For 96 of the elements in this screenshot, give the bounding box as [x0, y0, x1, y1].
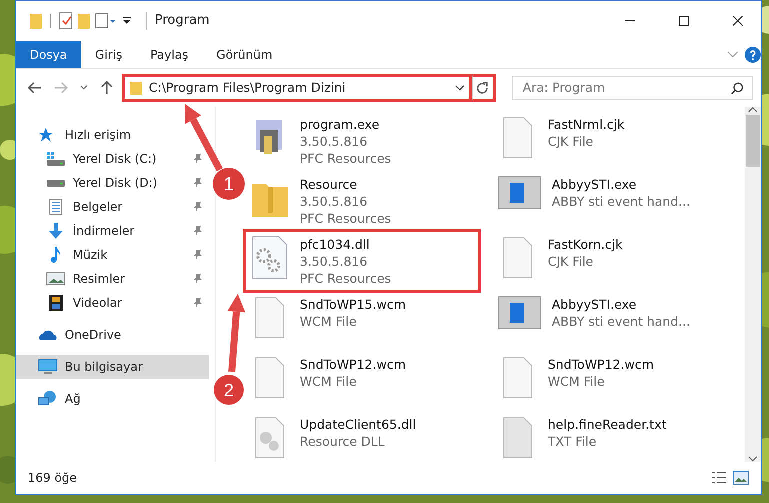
folder-icon — [129, 80, 143, 96]
file-name: FastKorn.cjk — [548, 236, 623, 253]
callout-arrow — [185, 104, 224, 172]
file-detail: 3.50.5.816 — [300, 133, 369, 150]
file-detail: PFC Resources — [300, 270, 392, 287]
file-item[interactable]: FastNrml.cjk CJK File — [494, 112, 629, 170]
pin-icon[interactable] — [193, 225, 203, 237]
search-icon[interactable] — [731, 82, 744, 94]
file-detail: ABBY sti event hand... — [552, 193, 690, 210]
file-item[interactable]: Resource 3.50.5.816 PFC Resources — [246, 172, 396, 230]
file-item[interactable]: SndToWP12.wcm WCM File — [246, 352, 410, 410]
pin-icon[interactable] — [193, 249, 203, 261]
file-item[interactable]: AbbyySTI.exe ABBY sti event hand... — [494, 172, 694, 230]
address-bar[interactable]: C:\Program Files\Program Dizini — [122, 74, 472, 102]
file-name: UpdateClient65.dll — [300, 416, 416, 433]
file-name: Resource — [300, 176, 358, 193]
window-icon — [498, 296, 542, 330]
dropdown-icon[interactable] — [455, 84, 465, 92]
ribbon-tab[interactable]: Dosya — [16, 41, 82, 68]
file-detail: PFC Resources — [300, 210, 392, 227]
ribbon-tab[interactable]: Görünüm — [202, 41, 287, 68]
pin-icon[interactable] — [193, 273, 203, 285]
up-icon[interactable] — [99, 80, 115, 96]
sidebar-item[interactable]: İndirmeler — [16, 219, 209, 243]
sidebar-item[interactable]: Videolar — [16, 291, 209, 315]
drive-icon — [46, 151, 66, 167]
computer-icon — [38, 359, 58, 375]
file-detail: PFC Resources — [300, 150, 392, 167]
sidebar-item[interactable]: Belgeler — [16, 195, 209, 219]
sidebar-item[interactable]: Yerel Disk (D:) — [16, 171, 209, 195]
file-item[interactable]: UpdateClient65.dll Resource DLL — [246, 412, 420, 470]
file-item[interactable]: SndToWP12.wcm WCM File — [494, 352, 658, 410]
gears-file-icon — [250, 236, 290, 280]
file-name: help.fineReader.txt — [548, 416, 667, 433]
file-name: SndToWP12.wcm — [548, 356, 654, 373]
search-field[interactable]: Ara: Program — [512, 76, 753, 100]
file-name: program.exe — [300, 116, 381, 133]
file-name: AbbyySTI.exe — [552, 176, 638, 193]
drive-icon — [46, 178, 66, 188]
file-name: SndToWP15.wcm — [300, 296, 406, 313]
file-detail: WCM File — [548, 373, 606, 390]
image-icon — [46, 271, 66, 287]
refresh-icon[interactable] — [476, 82, 490, 94]
maximize-icon[interactable] — [679, 16, 689, 26]
back-icon[interactable] — [27, 80, 43, 96]
window-title: Program — [155, 12, 210, 30]
sidebar-item[interactable]: Hızlı erişim — [16, 123, 138, 147]
network-icon — [38, 391, 58, 407]
file-detail: TXT File — [548, 433, 598, 450]
pin-icon[interactable] — [193, 153, 203, 165]
file-item[interactable]: FastKorn.cjk CJK File — [494, 232, 627, 290]
address-path: C:\Program Files\Program Dizini — [149, 78, 347, 97]
file-item[interactable]: pfc1034.dll 3.50.5.816 PFC Resources — [246, 232, 478, 290]
scroll-up-icon[interactable] — [748, 107, 758, 113]
file-item[interactable]: program.exe 3.50.5.816 PFC Resources — [246, 112, 396, 170]
scrollbar-thumb[interactable] — [746, 115, 760, 167]
file-detail: 3.50.5.816 — [300, 253, 369, 270]
file-detail: CJK File — [548, 253, 595, 270]
file-name: SndToWP12.wcm — [300, 356, 406, 373]
file-detail: WCM File — [300, 373, 358, 390]
close-icon[interactable] — [733, 16, 743, 26]
file-detail: WCM File — [300, 313, 358, 330]
file-item[interactable]: SndToWP15.wcm WCM File — [246, 292, 410, 350]
help-icon[interactable] — [745, 46, 761, 62]
sidebar-item[interactable]: Resimler — [16, 267, 209, 291]
sidebar-item[interactable]: Bu bilgisayar — [16, 355, 209, 379]
scroll-down-icon[interactable] — [748, 456, 758, 462]
refresh-button[interactable] — [472, 74, 496, 102]
download-icon — [46, 223, 66, 239]
file-detail: CJK File — [548, 133, 595, 150]
file-detail: Resource DLL — [300, 433, 386, 450]
sidebar-item[interactable]: Müzik — [16, 243, 209, 267]
callout-number: 2 — [214, 375, 244, 405]
film-icon — [46, 295, 66, 311]
details-view-icon[interactable] — [711, 471, 727, 485]
sidebar-item[interactable]: OneDrive — [16, 323, 128, 347]
file-name: FastNrml.cjk — [548, 116, 625, 133]
ribbon-tab[interactable]: Paylaş — [136, 41, 203, 68]
large-icons-view-icon[interactable] — [733, 471, 749, 485]
pin-icon[interactable] — [193, 201, 203, 213]
sidebar-item[interactable]: Yerel Disk (C:) — [16, 147, 209, 171]
file-name: pfc1034.dll — [300, 236, 371, 253]
sidebar-item[interactable]: Ağ — [16, 387, 87, 411]
file-detail: 3.50.5.816 — [300, 193, 369, 210]
window-icon — [498, 176, 542, 210]
pin-icon[interactable] — [193, 177, 203, 189]
scrollbar[interactable] — [745, 107, 761, 462]
file-detail: ABBY sti event hand... — [552, 313, 690, 330]
ribbon-tab[interactable]: Giriş — [81, 41, 136, 68]
file-item[interactable]: AbbyySTI.exe ABBY sti event hand... — [494, 292, 694, 350]
pin-icon[interactable] — [193, 297, 203, 309]
chevron-down-icon[interactable] — [727, 50, 739, 58]
item-count: 169 öğe — [28, 470, 78, 487]
file-name: AbbyySTI.exe — [552, 296, 638, 313]
callout-number: 1 — [213, 168, 245, 200]
file-item[interactable]: help.fineReader.txt TXT File — [494, 412, 671, 470]
